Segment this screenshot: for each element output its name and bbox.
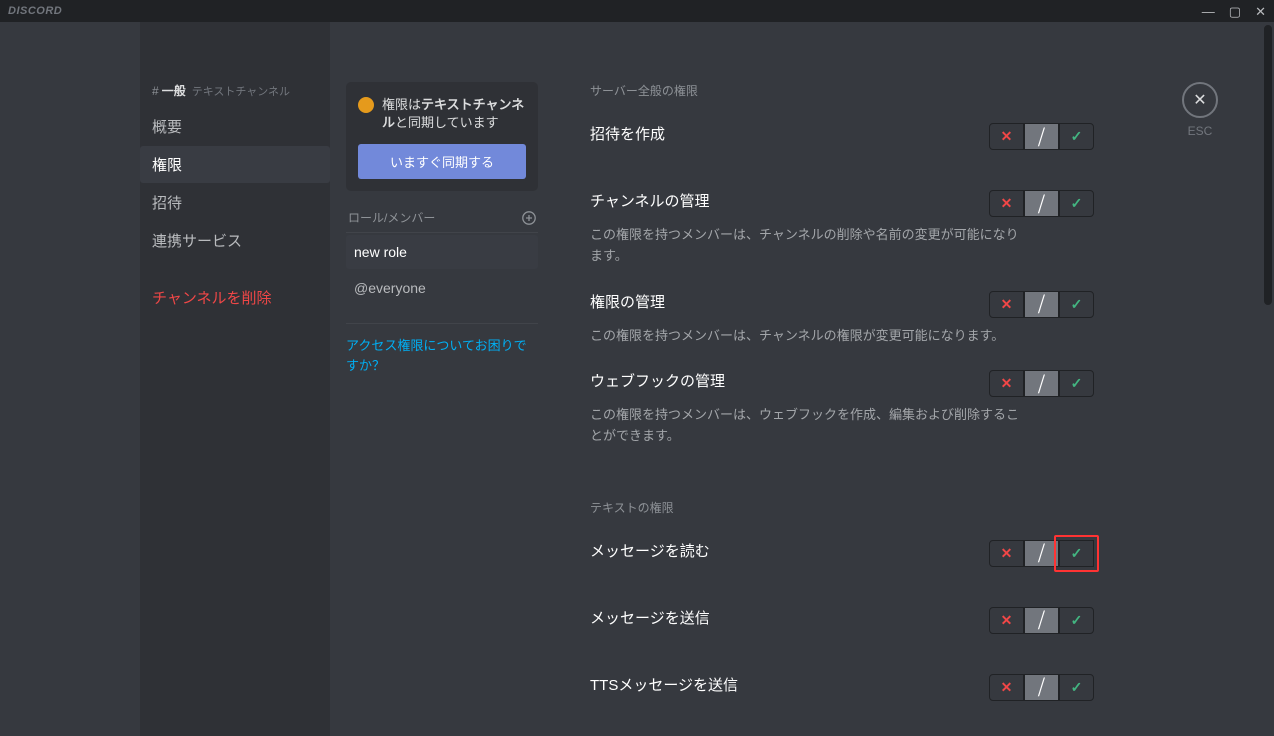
check-icon: ✓ xyxy=(1071,296,1083,313)
x-icon: ✕ xyxy=(1001,128,1013,145)
perm-label-send-tts: TTSメッセージを送信 xyxy=(590,674,738,695)
sidebar-item-permissions[interactable]: 権限 xyxy=(140,146,330,183)
slash-icon: ╱ xyxy=(1035,194,1047,213)
maximize-icon[interactable]: ▢ xyxy=(1229,5,1241,18)
sidebar-item-overview[interactable]: 概要 xyxy=(140,108,330,145)
toggle-deny[interactable]: ✕ xyxy=(989,607,1024,634)
perm-desc-manage-webhooks: この権限を持つメンバーは、ウェブフックを作成、編集および削除することができます。 xyxy=(590,405,1020,447)
titlebar: DISCORD — ▢ ✕ xyxy=(0,0,1274,22)
sync-text-suffix: と同期しています xyxy=(395,115,499,130)
add-role-icon[interactable] xyxy=(522,211,536,225)
settings-sidebar: # 一般 テキストチャンネル 概要 権限 招待 連携サービス チャンネルを削除 xyxy=(140,22,330,736)
toggle-send-messages: ✕ ╱ ✓ xyxy=(989,607,1094,634)
toggle-deny[interactable]: ✕ xyxy=(989,370,1024,397)
perm-label-manage-perms: 権限の管理 xyxy=(590,291,665,312)
channel-name: 一般 xyxy=(162,82,186,99)
app-brand: DISCORD xyxy=(8,5,62,17)
role-item-new-role[interactable]: new role xyxy=(346,235,538,269)
x-icon: ✕ xyxy=(1001,375,1013,392)
toggle-allow[interactable]: ✓ xyxy=(1059,291,1094,318)
check-icon: ✓ xyxy=(1071,195,1083,212)
sync-icon xyxy=(358,97,374,113)
toggle-manage-channel: ✕ ╱ ✓ xyxy=(989,190,1094,217)
scrollbar-thumb[interactable] xyxy=(1264,25,1272,305)
sync-text-prefix: 権限は xyxy=(382,97,421,112)
perm-label-read-messages: メッセージを読む xyxy=(590,540,710,561)
left-gutter xyxy=(0,22,140,736)
role-item-everyone[interactable]: @everyone xyxy=(346,271,538,305)
toggle-read-messages: ✕ ╱ ✓ xyxy=(989,540,1094,567)
slash-icon: ╱ xyxy=(1035,127,1047,146)
section-server-perms: サーバー全般の権限 xyxy=(590,82,1094,99)
toggle-allow[interactable]: ✓ xyxy=(1059,123,1094,150)
toggle-neutral[interactable]: ╱ xyxy=(1024,674,1059,701)
window-controls: — ▢ ✕ xyxy=(1202,5,1266,18)
close-button[interactable]: ✕ xyxy=(1182,82,1218,118)
roles-header: ロール/メンバー xyxy=(346,209,538,233)
minimize-icon[interactable]: — xyxy=(1202,5,1215,18)
perm-desc-manage-channel: この権限を持つメンバーは、チャンネルの削除や名前の変更が可能になります。 xyxy=(590,225,1020,267)
hash-icon: # xyxy=(152,84,159,98)
toggle-allow[interactable]: ✓ xyxy=(1059,540,1094,567)
slash-icon: ╱ xyxy=(1035,294,1047,313)
slash-icon: ╱ xyxy=(1035,544,1047,563)
toggle-deny[interactable]: ✕ xyxy=(989,674,1024,701)
toggle-deny[interactable]: ✕ xyxy=(989,123,1024,150)
toggle-create-invite: ✕ ╱ ✓ xyxy=(989,123,1094,150)
check-icon: ✓ xyxy=(1071,375,1083,392)
check-icon: ✓ xyxy=(1071,545,1083,562)
toggle-allow[interactable]: ✓ xyxy=(1059,607,1094,634)
permissions-help-link[interactable]: アクセス権限についてお困りですか？ xyxy=(346,336,538,375)
channel-header: # 一般 テキストチャンネル xyxy=(140,82,330,107)
close-settings: ✕ ESC xyxy=(1182,82,1218,138)
toggle-manage-perms: ✕ ╱ ✓ xyxy=(989,291,1094,318)
toggle-neutral[interactable]: ╱ xyxy=(1024,190,1059,217)
channel-type: テキストチャンネル xyxy=(192,83,290,99)
sidebar-item-delete[interactable]: チャンネルを削除 xyxy=(140,279,330,316)
check-icon: ✓ xyxy=(1071,612,1083,629)
permissions-column: サーバー全般の権限 招待を作成 ✕ ╱ ✓ チャンネルの管理 ✕ ╱ xyxy=(554,22,1114,736)
x-icon: ✕ xyxy=(1001,612,1013,629)
section-text-perms: テキストの権限 xyxy=(590,499,1094,516)
roles-divider xyxy=(346,323,538,324)
x-icon: ✕ xyxy=(1001,296,1013,313)
slash-icon: ╱ xyxy=(1035,678,1047,697)
toggle-neutral[interactable]: ╱ xyxy=(1024,540,1059,567)
check-icon: ✓ xyxy=(1071,679,1083,696)
perm-label-send-messages: メッセージを送信 xyxy=(590,607,710,628)
toggle-deny[interactable]: ✕ xyxy=(989,291,1024,318)
roles-header-label: ロール/メンバー xyxy=(348,209,435,226)
close-window-icon[interactable]: ✕ xyxy=(1255,5,1266,18)
content-area: 権限はテキストチャンネルと同期しています いますぐ同期する ロール/メンバー n… xyxy=(330,22,1274,736)
roles-column: 権限はテキストチャンネルと同期しています いますぐ同期する ロール/メンバー n… xyxy=(330,22,554,736)
toggle-send-tts: ✕ ╱ ✓ xyxy=(989,674,1094,701)
toggle-deny[interactable]: ✕ xyxy=(989,190,1024,217)
sidebar-item-invites[interactable]: 招待 xyxy=(140,184,330,221)
slash-icon: ╱ xyxy=(1035,374,1047,393)
sync-now-button[interactable]: いますぐ同期する xyxy=(358,144,526,179)
perm-label-manage-channel: チャンネルの管理 xyxy=(590,190,710,211)
close-icon: ✕ xyxy=(1193,90,1206,110)
toggle-neutral[interactable]: ╱ xyxy=(1024,607,1059,634)
toggle-deny[interactable]: ✕ xyxy=(989,540,1024,567)
sidebar-item-integrations[interactable]: 連携サービス xyxy=(140,222,330,259)
check-icon: ✓ xyxy=(1071,128,1083,145)
toggle-allow[interactable]: ✓ xyxy=(1059,190,1094,217)
x-icon: ✕ xyxy=(1001,195,1013,212)
perm-desc-manage-perms: この権限を持つメンバーは、チャンネルの権限が変更可能になります。 xyxy=(590,326,1020,347)
perm-label-create-invite: 招待を作成 xyxy=(590,123,665,144)
slash-icon: ╱ xyxy=(1035,611,1047,630)
perm-label-manage-webhooks: ウェブフックの管理 xyxy=(590,370,725,391)
close-label: ESC xyxy=(1188,124,1213,138)
toggle-manage-webhooks: ✕ ╱ ✓ xyxy=(989,370,1094,397)
sync-notice: 権限はテキストチャンネルと同期しています いますぐ同期する xyxy=(346,82,538,191)
toggle-allow[interactable]: ✓ xyxy=(1059,370,1094,397)
x-icon: ✕ xyxy=(1001,545,1013,562)
x-icon: ✕ xyxy=(1001,679,1013,696)
toggle-neutral[interactable]: ╱ xyxy=(1024,291,1059,318)
toggle-neutral[interactable]: ╱ xyxy=(1024,123,1059,150)
toggle-allow[interactable]: ✓ xyxy=(1059,674,1094,701)
toggle-neutral[interactable]: ╱ xyxy=(1024,370,1059,397)
